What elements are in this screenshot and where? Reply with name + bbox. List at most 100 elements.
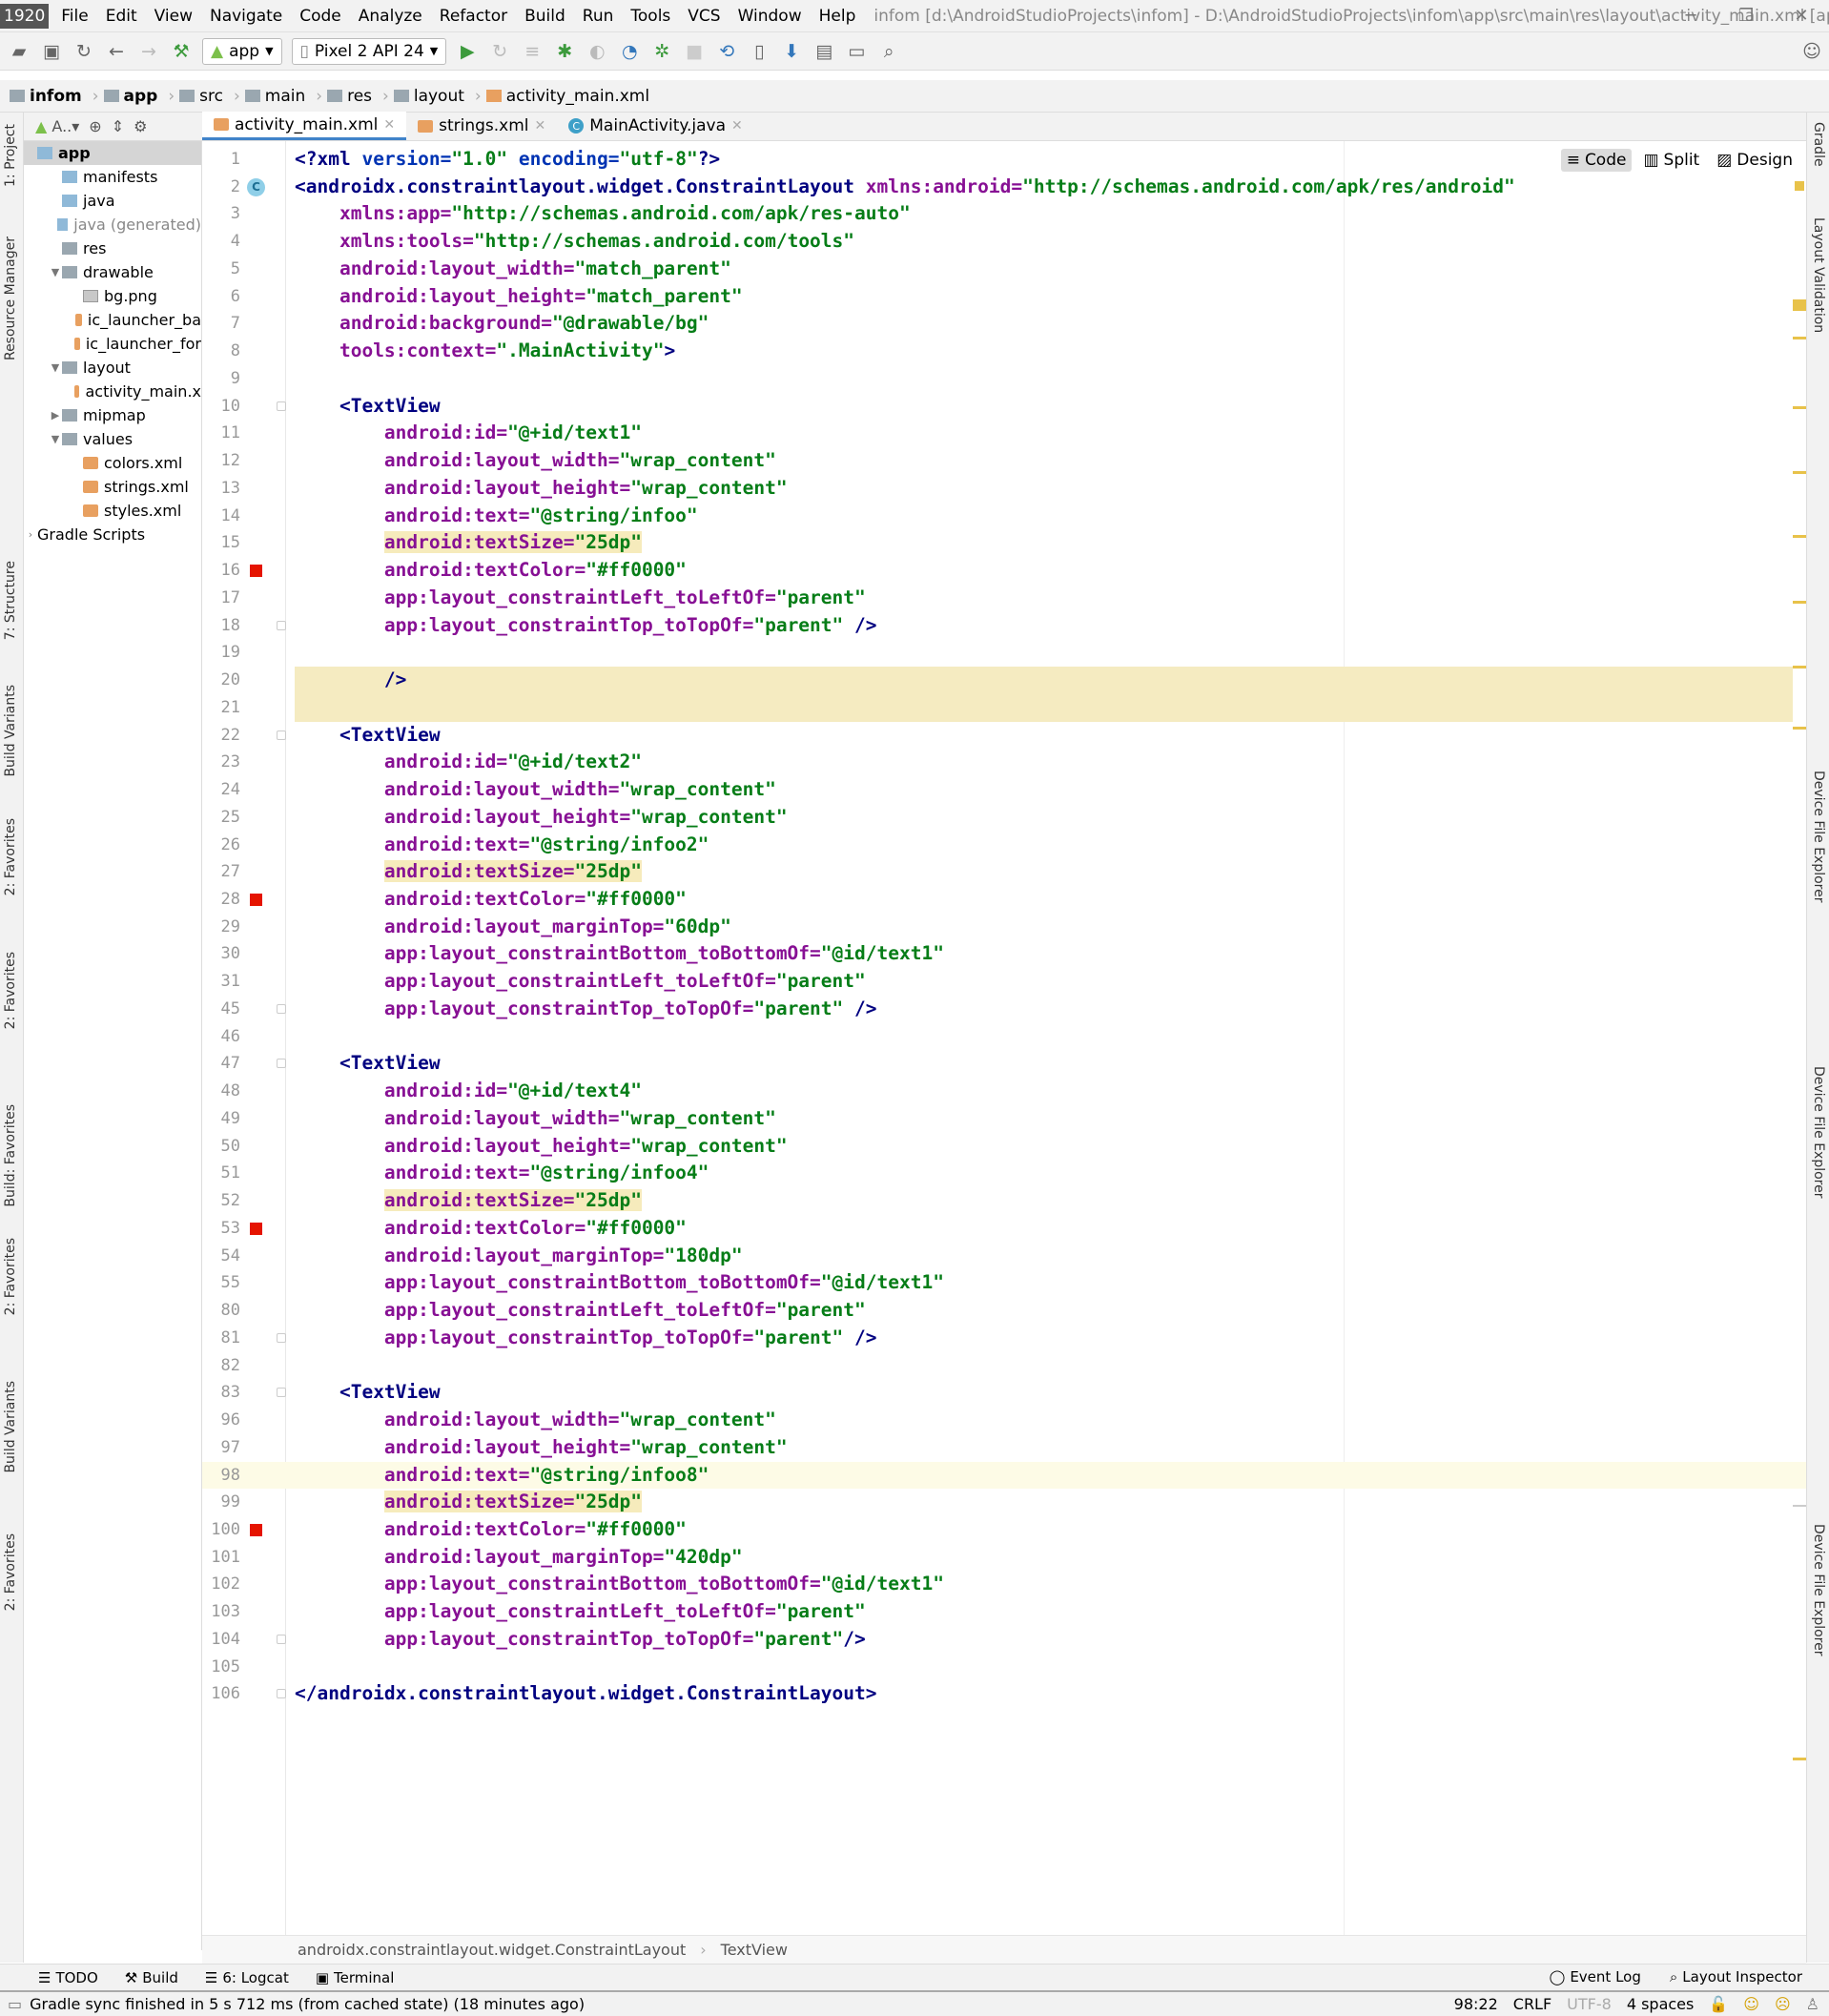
tree-item[interactable]: ic_launcher_ba	[24, 308, 201, 332]
line-separator[interactable]: CRLF	[1513, 1995, 1552, 2013]
view-mode-design[interactable]: ▨ Design	[1711, 149, 1798, 172]
tool-window-device-file-explorer[interactable]: Device File Explorer	[1811, 1066, 1826, 1199]
fold-icon[interactable]	[277, 730, 286, 740]
scroll-marker[interactable]	[1793, 727, 1806, 730]
menu-refactor[interactable]: Refactor	[431, 7, 516, 26]
menu-help[interactable]: Help	[811, 7, 865, 26]
close-tab-icon[interactable]: ✕	[535, 118, 546, 134]
menu-tools[interactable]: Tools	[622, 7, 679, 26]
tool-window-2-favorites[interactable]: 2: Favorites	[3, 818, 18, 895]
fold-icon[interactable]	[277, 620, 286, 630]
tool-window-gradle[interactable]: Gradle	[1811, 122, 1826, 167]
tool-window-1-project[interactable]: 1: Project	[3, 124, 18, 187]
scroll-marker[interactable]	[1793, 601, 1806, 604]
close-tab-icon[interactable]: ✕	[731, 118, 743, 134]
gradle-sync-icon[interactable]: ⟲	[715, 40, 738, 63]
breadcrumb-item[interactable]: app	[103, 87, 157, 106]
breadcrumb-item[interactable]: main	[244, 87, 305, 106]
terminal-icon[interactable]: ▭	[845, 40, 868, 63]
fold-icon[interactable]	[277, 1634, 286, 1644]
menu-run[interactable]: Run	[574, 7, 623, 26]
tree-item[interactable]: ▼ layout	[24, 356, 201, 380]
tree-item[interactable]: java (generated)	[24, 213, 201, 237]
save-icon[interactable]: ▣	[40, 40, 63, 63]
minimize-button[interactable]: ─	[1663, 0, 1718, 32]
avd-manager-icon[interactable]: ▯	[748, 40, 771, 63]
menu-window[interactable]: Window	[730, 7, 811, 26]
run-config-select[interactable]: ▲ app ▼	[202, 37, 282, 65]
tool-6-logcat[interactable]: ☰ 6: Logcat	[205, 1969, 289, 1986]
scroll-marker[interactable]	[1793, 406, 1806, 409]
profile-icon[interactable]: ◔	[618, 40, 641, 63]
stop-icon[interactable]: ■	[683, 40, 706, 63]
tool-window-layout-validation[interactable]: Layout Validation	[1811, 217, 1826, 333]
forward-icon[interactable]: →	[137, 40, 160, 63]
status-icon[interactable]: ▭	[8, 1995, 22, 2013]
breadcrumb-item[interactable]: activity_main.xml	[485, 87, 649, 106]
fold-icon[interactable]	[277, 1388, 286, 1398]
smiley-icon[interactable]: ☺	[1743, 1995, 1759, 2013]
fold-icon[interactable]	[277, 1332, 286, 1343]
color-swatch-icon[interactable]	[250, 1524, 262, 1536]
project-view-selector[interactable]: ▲ A..▾	[35, 117, 79, 135]
lock-icon[interactable]: 🔓	[1709, 1995, 1728, 2013]
menu-analyze[interactable]: Analyze	[350, 7, 431, 26]
breadcrumb-item[interactable]: layout	[393, 87, 464, 106]
tool-layout-inspector[interactable]: ⌕ Layout Inspector	[1670, 1968, 1802, 1985]
color-swatch-icon[interactable]	[250, 1222, 262, 1235]
attach-icon[interactable]: ◐	[586, 40, 608, 63]
sync-icon[interactable]: ↻	[72, 40, 95, 63]
close-button[interactable]: ✕	[1774, 0, 1829, 32]
menu-vcs[interactable]: VCS	[679, 7, 729, 26]
tool-build[interactable]: ⚒ Build	[125, 1969, 178, 1986]
menu-build[interactable]: Build	[516, 7, 574, 26]
tree-item[interactable]: res	[24, 237, 201, 260]
tool-window-resource-manager[interactable]: Resource Manager	[3, 237, 18, 360]
fold-icon[interactable]	[277, 401, 286, 411]
color-swatch-icon[interactable]	[250, 893, 262, 906]
fold-icon[interactable]	[277, 1689, 286, 1699]
tool-window-2-favorites[interactable]: 2: Favorites	[3, 1238, 18, 1315]
close-tab-icon[interactable]: ✕	[383, 117, 395, 133]
collapse-icon[interactable]: ⇕	[112, 117, 124, 135]
crumb-constraintlayout[interactable]: androidx.constraintlayout.widget.Constra…	[298, 1941, 686, 1959]
apply-changes-icon[interactable]: ≡	[521, 40, 544, 63]
tab-activity-main-xml[interactable]: activity_main.xml ✕	[202, 112, 407, 140]
tool-window-build-variants[interactable]: Build Variants	[3, 685, 18, 777]
class-link-icon[interactable]: C	[247, 177, 265, 196]
file-encoding[interactable]: UTF-8	[1567, 1995, 1612, 2013]
rerun-icon[interactable]: ↻	[488, 40, 511, 63]
fold-icon[interactable]	[277, 1003, 286, 1014]
crumb-textview[interactable]: TextView	[721, 1941, 788, 1959]
tree-item[interactable]: colors.xml	[24, 451, 201, 475]
search-icon[interactable]: ⌕	[877, 40, 900, 63]
tool-todo[interactable]: ☰ TODO	[38, 1969, 98, 1986]
tree-item[interactable]: strings.xml	[24, 475, 201, 499]
tree-item[interactable]: bg.png	[24, 284, 201, 308]
project-structure-icon[interactable]: ▤	[812, 40, 835, 63]
breadcrumb-item[interactable]: infom	[10, 87, 82, 106]
restore-button[interactable]: ❐	[1718, 0, 1774, 32]
notifications-icon[interactable]: ♙	[1806, 1995, 1819, 2013]
scroll-marker[interactable]	[1793, 535, 1806, 538]
tool-window-device-file-explorer[interactable]: Device File Explorer	[1811, 771, 1826, 903]
fold-icon[interactable]	[277, 1059, 286, 1069]
tool-window-2-favorites[interactable]: 2: Favorites	[3, 952, 18, 1029]
device-select[interactable]: ▯ Pixel 2 API 24 ▼	[291, 37, 447, 65]
breadcrumb-item[interactable]: src	[179, 87, 223, 106]
locate-icon[interactable]: ⊕	[89, 117, 101, 135]
sad-icon[interactable]: ☹	[1775, 1995, 1791, 2013]
view-mode-code[interactable]: ≡ Code	[1560, 149, 1633, 172]
tree-item[interactable]: app	[24, 141, 201, 165]
scroll-marker[interactable]	[1793, 301, 1806, 311]
tool-window-device-file-explorer[interactable]: Device File Explorer	[1811, 1524, 1826, 1656]
run-icon[interactable]: ▶	[456, 40, 479, 63]
menu-file[interactable]: File	[52, 7, 96, 26]
open-icon[interactable]: ▰	[8, 40, 31, 63]
tree-item[interactable]: activity_main.x	[24, 380, 201, 403]
tool-event-log[interactable]: ◯ Event Log	[1550, 1968, 1641, 1985]
breadcrumb-item[interactable]: res	[327, 87, 372, 106]
tool-window-2-favorites[interactable]: 2: Favorites	[3, 1533, 18, 1611]
debug-icon[interactable]: ✱	[553, 40, 576, 63]
view-mode-split[interactable]: ▥ Split	[1637, 149, 1705, 172]
